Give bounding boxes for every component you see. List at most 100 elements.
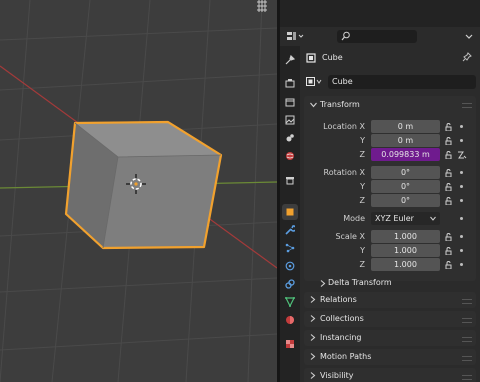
object-properties: Cube Cube Transform Location X 0 m Y 0 m… <box>300 46 480 382</box>
properties-tabs <box>280 46 300 382</box>
rotation-mode-value: XYZ Euler <box>375 214 414 223</box>
tab-material[interactable] <box>282 312 298 328</box>
lock-icon[interactable] <box>445 197 454 205</box>
cube-mesh <box>64 120 223 250</box>
instancing-panel[interactable]: Instancing <box>304 330 476 346</box>
drag-handle-icon[interactable] <box>462 337 472 342</box>
location-y-label: Y <box>360 136 365 145</box>
rotation-z-label: Z <box>359 196 365 205</box>
visibility-panel[interactable]: Visibility <box>304 368 476 382</box>
scale-y-label: Y <box>360 246 365 255</box>
mesh-data-icon <box>285 297 295 307</box>
location-x-row: Location X 0 m <box>304 120 476 134</box>
keyframe-dot-icon[interactable] <box>460 125 463 128</box>
scale-y-field[interactable]: 1.000 <box>371 244 440 257</box>
tab-scene[interactable] <box>282 130 298 146</box>
tab-constraints[interactable] <box>282 276 298 292</box>
visibility-title: Visibility <box>320 371 354 380</box>
scale-z-label: Z <box>359 260 365 269</box>
tool-icon <box>285 55 295 65</box>
scale-x-label: Scale X <box>335 232 365 241</box>
delta-transform-subpanel[interactable]: Delta Transform <box>304 275 476 291</box>
collections-panel[interactable]: Collections <box>304 311 476 327</box>
object-name-value: Cube <box>332 77 353 86</box>
lock-icon[interactable] <box>445 169 454 177</box>
tab-physics[interactable] <box>282 258 298 274</box>
tab-tool[interactable] <box>282 52 298 68</box>
driver-icon[interactable] <box>457 150 467 160</box>
drag-handle-icon[interactable] <box>462 103 472 108</box>
drag-handle-icon[interactable] <box>462 318 472 323</box>
properties-top-bar <box>280 0 480 27</box>
scale-x-row: Scale X 1.000 <box>304 230 476 244</box>
object-name-field[interactable]: Cube <box>328 75 476 89</box>
keyframe-dot-icon[interactable] <box>460 171 463 174</box>
location-y-field[interactable]: 0 m <box>371 134 440 147</box>
keyframe-dot-icon[interactable] <box>460 139 463 142</box>
lock-icon[interactable] <box>445 123 454 131</box>
keyframe-dot-icon[interactable] <box>460 263 463 266</box>
tab-output[interactable] <box>282 94 298 110</box>
output-icon <box>285 98 295 107</box>
tab-view-layer[interactable] <box>282 112 298 128</box>
rotation-mode-select[interactable]: XYZ Euler <box>371 212 440 225</box>
drag-handle-icon[interactable] <box>462 356 472 361</box>
keyframe-dot-icon[interactable] <box>460 199 463 202</box>
object-name-label: Cube <box>322 53 343 62</box>
tab-texture[interactable] <box>282 336 298 352</box>
delta-transform-title: Delta Transform <box>328 278 392 287</box>
tab-particles[interactable] <box>282 240 298 256</box>
object-datablock-row: Cube <box>304 75 476 89</box>
collections-title: Collections <box>320 314 364 323</box>
tab-world[interactable] <box>282 148 298 164</box>
lock-icon[interactable] <box>445 183 454 191</box>
transform-panel: Transform Location X 0 m Y 0 m Z 0.09983… <box>304 96 476 281</box>
search-input[interactable] <box>337 30 417 43</box>
editor-type-button[interactable] <box>285 30 305 43</box>
transform-panel-header[interactable]: Transform <box>304 96 476 114</box>
collection-icon <box>286 177 294 185</box>
tab-object[interactable] <box>282 204 298 220</box>
object-type-dropdown-icon[interactable] <box>306 77 324 87</box>
tab-modifiers[interactable] <box>282 222 298 238</box>
lock-icon[interactable] <box>445 137 454 145</box>
options-dropdown[interactable] <box>462 30 476 43</box>
3d-viewport[interactable] <box>0 0 277 382</box>
drag-handle-icon[interactable] <box>462 299 472 304</box>
location-y-row: Y 0 m <box>304 134 476 148</box>
location-z-field[interactable]: 0.099833 m <box>371 148 440 161</box>
object-icon <box>306 53 316 63</box>
motion-paths-title: Motion Paths <box>320 352 372 361</box>
keyframe-dot-icon[interactable] <box>460 217 463 220</box>
viewport-scene <box>0 0 277 382</box>
pin-icon[interactable] <box>462 52 472 62</box>
lock-icon[interactable] <box>445 233 454 241</box>
properties-editor: Cube Cube Transform Location X 0 m Y 0 m… <box>280 0 480 382</box>
lock-icon[interactable] <box>445 151 454 159</box>
grid-toggle-icon[interactable] <box>255 0 269 12</box>
tab-render[interactable] <box>282 76 298 92</box>
chevron-right-icon <box>320 280 326 287</box>
lock-icon[interactable] <box>445 261 454 269</box>
tab-data[interactable] <box>282 294 298 310</box>
rotation-x-field[interactable]: 0° <box>371 166 440 179</box>
motion-paths-panel[interactable]: Motion Paths <box>304 349 476 365</box>
keyframe-dot-icon[interactable] <box>460 185 463 188</box>
tab-collection[interactable] <box>282 172 298 188</box>
scale-z-field[interactable]: 1.000 <box>371 258 440 271</box>
rotation-z-field[interactable]: 0° <box>371 194 440 207</box>
scale-z-row: Z 1.000 <box>304 258 476 272</box>
keyframe-dot-icon[interactable] <box>460 249 463 252</box>
scale-x-field[interactable]: 1.000 <box>371 230 440 243</box>
scale-y-row: Y 1.000 <box>304 244 476 258</box>
chevron-down-icon <box>310 102 317 108</box>
lock-icon[interactable] <box>445 247 454 255</box>
object-name-row: Cube <box>304 51 476 65</box>
rotation-y-field[interactable]: 0° <box>371 180 440 193</box>
location-x-field[interactable]: 0 m <box>371 120 440 133</box>
world-icon <box>286 152 294 160</box>
chevron-right-icon <box>310 372 316 379</box>
keyframe-dot-icon[interactable] <box>460 235 463 238</box>
drag-handle-icon[interactable] <box>462 375 472 380</box>
relations-panel[interactable]: Relations <box>304 292 476 308</box>
